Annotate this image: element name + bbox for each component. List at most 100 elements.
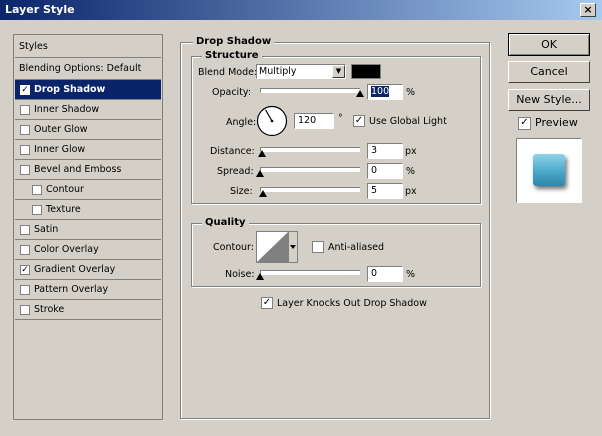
angle-unit: ° <box>338 113 343 124</box>
size-value: 5 <box>371 185 378 196</box>
distance-unit: px <box>405 146 417 157</box>
distance-value: 3 <box>371 145 378 156</box>
distance-slider-thumb[interactable] <box>258 150 266 157</box>
style-item-checkbox[interactable] <box>20 285 30 295</box>
style-item-color-overlay[interactable]: Color Overlay <box>15 240 161 260</box>
style-item-satin[interactable]: Satin <box>15 220 161 240</box>
style-item-checkbox[interactable] <box>20 305 30 315</box>
spread-input[interactable]: 0 <box>367 163 403 179</box>
style-item-checkbox[interactable]: ✓ <box>20 265 30 275</box>
use-global-light-label: Use Global Light <box>369 116 447 127</box>
opacity-slider-track[interactable] <box>260 88 360 93</box>
size-slider-track[interactable] <box>260 187 360 192</box>
angle-input[interactable]: 120 <box>294 113 334 129</box>
opacity-value: 100 <box>371 86 390 97</box>
style-item-label: Inner Shadow <box>34 104 100 115</box>
blending-options[interactable]: Blending Options: Default <box>15 58 161 80</box>
style-item-label: Stroke <box>34 304 65 315</box>
spread-slider-thumb[interactable] <box>256 170 264 177</box>
noise-value: 0 <box>371 268 378 279</box>
window-title: Layer Style <box>5 3 75 16</box>
style-item-bevel-and-emboss[interactable]: Bevel and Emboss <box>15 160 161 180</box>
close-button[interactable]: × <box>580 3 596 17</box>
knockout-label: Layer Knocks Out Drop Shadow <box>277 298 427 309</box>
blend-mode-select[interactable]: Multiply ▼ <box>256 64 346 79</box>
style-item-checkbox[interactable] <box>20 105 30 115</box>
use-global-light-checkbox[interactable]: ✓ <box>353 115 365 127</box>
spread-label: Spread: <box>217 166 254 177</box>
styles-header[interactable]: Styles <box>15 36 161 58</box>
style-item-checkbox[interactable] <box>20 165 30 175</box>
drop-shadow-title: Drop Shadow <box>193 36 275 47</box>
new-style-button[interactable]: New Style... <box>508 89 590 111</box>
style-item-pattern-overlay[interactable]: Pattern Overlay <box>15 280 161 300</box>
style-item-label: Drop Shadow <box>34 84 106 95</box>
style-item-outer-glow[interactable]: Outer Glow <box>15 120 161 140</box>
style-item-label: Color Overlay <box>34 244 99 255</box>
anti-aliased-label: Anti-aliased <box>328 242 385 253</box>
noise-slider-track[interactable] <box>260 270 360 275</box>
style-item-gradient-overlay[interactable]: ✓ Gradient Overlay <box>15 260 161 280</box>
angle-label: Angle: <box>226 117 257 128</box>
preview-label: Preview <box>535 116 578 129</box>
check-icon: ✓ <box>354 115 364 126</box>
size-slider-thumb[interactable] <box>259 190 267 197</box>
styles-header-label: Styles <box>19 41 48 52</box>
check-icon: ✓ <box>262 297 272 308</box>
new-style-button-label: New Style... <box>516 93 582 106</box>
spread-unit: % <box>406 166 416 177</box>
style-item-contour[interactable]: Contour <box>15 180 161 200</box>
style-item-checkbox[interactable] <box>20 125 30 135</box>
check-icon: ✓ <box>520 117 529 128</box>
noise-label: Noise: <box>225 269 255 280</box>
styles-list: Styles Blending Options: Default ✓ Drop S… <box>13 34 163 420</box>
size-input[interactable]: 5 <box>367 183 403 199</box>
noise-input[interactable]: 0 <box>367 266 403 282</box>
opacity-slider-thumb[interactable] <box>356 90 364 97</box>
style-item-inner-shadow[interactable]: Inner Shadow <box>15 100 161 120</box>
style-item-label: Gradient Overlay <box>34 264 116 275</box>
size-unit: px <box>405 186 417 197</box>
style-item-inner-glow[interactable]: Inner Glow <box>15 140 161 160</box>
style-item-label: Texture <box>46 204 81 215</box>
distance-input[interactable]: 3 <box>367 143 403 159</box>
style-item-label: Bevel and Emboss <box>34 164 122 175</box>
style-item-checkbox[interactable] <box>20 145 30 155</box>
style-item-checkbox[interactable] <box>20 225 30 235</box>
size-label: Size: <box>230 186 253 197</box>
angle-value: 120 <box>298 115 317 126</box>
cancel-button[interactable]: Cancel <box>508 61 590 83</box>
angle-dial[interactable] <box>256 105 288 137</box>
style-item-checkbox[interactable] <box>20 245 30 255</box>
ok-button-label: OK <box>541 38 557 51</box>
style-item-texture[interactable]: Texture <box>15 200 161 220</box>
noise-slider-thumb[interactable] <box>256 273 264 280</box>
style-item-drop-shadow[interactable]: ✓ Drop Shadow <box>15 80 161 100</box>
style-item-stroke[interactable]: Stroke <box>15 300 161 320</box>
blend-mode-value: Multiply <box>259 66 297 77</box>
style-item-label: Outer Glow <box>34 124 88 135</box>
chevron-down-icon: ▼ <box>332 65 345 78</box>
style-item-label: Satin <box>34 224 59 235</box>
style-item-checkbox[interactable] <box>32 205 42 215</box>
distance-label: Distance: <box>210 146 255 157</box>
opacity-input[interactable]: 100 <box>367 84 403 100</box>
close-icon: × <box>583 3 593 16</box>
style-item-label: Pattern Overlay <box>34 284 109 295</box>
knockout-checkbox[interactable]: ✓ <box>261 297 273 309</box>
distance-slider-track[interactable] <box>260 147 360 152</box>
spread-slider-track[interactable] <box>260 167 360 172</box>
anti-aliased-checkbox[interactable] <box>312 241 324 253</box>
structure-title: Structure <box>202 50 262 61</box>
style-item-label: Inner Glow <box>34 144 86 155</box>
style-item-checkbox[interactable]: ✓ <box>20 85 30 95</box>
ok-button[interactable]: OK <box>508 33 590 56</box>
contour-picker[interactable] <box>256 231 298 263</box>
style-item-checkbox[interactable] <box>32 185 42 195</box>
preview-checkbox[interactable]: ✓ <box>518 117 531 130</box>
style-item-label: Contour <box>46 184 84 195</box>
opacity-unit: % <box>406 87 416 98</box>
cancel-button-label: Cancel <box>530 65 568 78</box>
shadow-color-swatch[interactable] <box>351 64 381 79</box>
spread-value: 0 <box>371 165 378 176</box>
